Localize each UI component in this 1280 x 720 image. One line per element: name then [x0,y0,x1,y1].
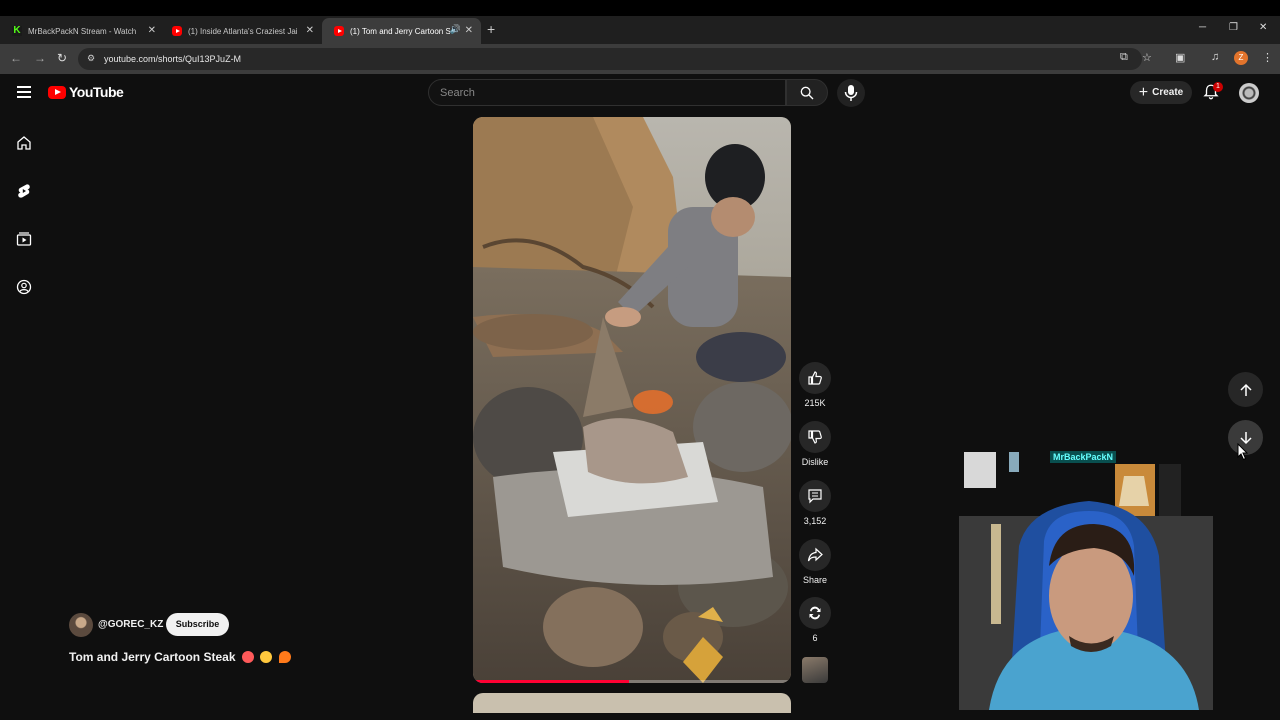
voice-search-button[interactable] [837,79,865,107]
close-tab-icon[interactable]: ✕ [465,25,473,36]
remix-icon [809,606,821,620]
next-short-preview[interactable] [473,693,791,713]
share-action: Share [799,539,831,585]
kick-icon: K [12,25,22,36]
reload-icon[interactable]: ↻ [57,51,67,65]
microphone-icon [844,85,858,101]
url-text: youtube.com/shorts/QuI13PJuZ-M [104,54,242,64]
you-account-icon[interactable] [16,279,32,295]
shorts-icon[interactable] [16,183,32,199]
thumbs-up-icon [808,371,822,385]
tab-title: MrBackPackN Stream - Watch L [28,26,138,36]
browser-toolbar: ← → ↻ ⚙ youtube.com/shorts/QuI13PJuZ-M ⧉… [0,44,1280,74]
bookmark-star-icon[interactable]: ☆ [1142,51,1152,64]
share-icon [807,547,823,562]
search-input[interactable] [429,80,769,105]
webcam-feed [959,446,1213,710]
menu-icon[interactable] [17,86,31,98]
back-icon[interactable]: ← [10,51,22,65]
channel-avatar[interactable] [69,613,93,637]
address-bar[interactable]: ⚙ youtube.com/shorts/QuI13PJuZ-M [78,48,1142,70]
youtube-logo-text: YouTube [69,84,124,100]
home-icon[interactable] [16,135,32,151]
comments-button[interactable] [799,480,831,512]
fire-emoji-icon [278,651,291,663]
comments-action: 3,152 [799,480,831,526]
previous-short-button[interactable] [1228,372,1263,407]
share-button[interactable] [799,539,831,571]
media-controls-icon[interactable]: ♫ [1211,51,1219,63]
subscribe-button[interactable]: Subscribe [166,613,229,636]
browser-tab-3[interactable]: (1) Tom and Jerry Cartoon S 🔊 ✕ [322,18,481,44]
remix-action: 6 [799,597,831,643]
remix-button[interactable] [799,597,831,629]
close-tab-icon[interactable]: ✕ [148,25,156,36]
forward-icon[interactable]: → [34,51,46,65]
create-label: Create [1152,87,1184,98]
like-count: 215K [804,398,826,408]
tab-title: (1) Tom and Jerry Cartoon S [350,26,450,36]
top-strip [0,0,1280,16]
youtube-logo[interactable]: YouTube [48,84,124,100]
comment-icon [808,489,822,504]
video-title-text: Tom and Jerry Cartoon Steak [69,650,236,664]
search-icon [800,86,814,100]
extensions-icon[interactable]: ▣ [1175,51,1185,64]
youtube-icon [334,26,344,36]
dislike-button[interactable] [799,421,831,453]
remix-count: 6 [812,633,818,643]
heart-eyes-emoji-icon [241,651,254,663]
comment-count: 3,152 [803,516,827,526]
audio-source-thumbnail[interactable] [802,657,828,683]
new-tab-button[interactable]: + [487,21,495,37]
dislike-label: Dislike [801,457,829,467]
plus-icon: + [1138,83,1149,101]
video-title: Tom and Jerry Cartoon Steak [69,650,291,664]
arrow-up-icon [1239,383,1252,396]
minimize-icon[interactable]: ─ [1199,22,1206,33]
close-tab-icon[interactable]: ✕ [306,25,314,36]
install-app-icon[interactable]: ⧉ [1120,51,1128,64]
subscriptions-icon[interactable] [16,231,32,247]
close-window-icon[interactable]: ✕ [1259,22,1267,33]
tab-title: (1) Inside Atlanta's Craziest Jail [188,26,298,36]
youtube-icon [172,26,182,36]
like-button[interactable] [799,362,831,394]
create-button[interactable]: + Create [1130,81,1192,104]
browser-tab-bar: K MrBackPackN Stream - Watch L ✕ (1) Ins… [0,16,1280,44]
thumbs-down-icon [808,430,822,444]
drooling-face-emoji-icon [260,651,273,663]
restore-icon[interactable]: ❐ [1229,22,1238,33]
streamer-webcam-overlay [959,446,1213,710]
shorts-video-player[interactable] [473,117,791,683]
dislike-action: Dislike [799,421,831,467]
video-frame [473,117,791,683]
youtube-header: YouTube + Create 1 [0,74,1280,112]
browser-tab-1[interactable]: K MrBackPackN Stream - Watch L ✕ [0,18,164,44]
notification-badge: 1 [1213,82,1223,92]
share-label: Share [802,575,828,585]
search-box [428,79,786,106]
stream-overlay-label: MrBackPackN [1050,451,1117,463]
speaker-icon[interactable]: 🔊 [450,24,461,35]
account-avatar[interactable] [1239,83,1259,103]
browser-menu-icon[interactable]: ⋮ [1262,51,1273,64]
site-info-icon[interactable]: ⚙ [87,53,98,64]
browser-profile-avatar[interactable]: Z [1234,51,1248,65]
youtube-play-icon [48,85,66,99]
like-action: 215K [799,362,831,408]
progress-bar [473,680,629,683]
channel-name[interactable]: @GOREC_KZ [98,619,163,630]
search-button[interactable] [786,79,828,106]
mouse-cursor-icon [1237,443,1249,461]
browser-tab-2[interactable]: (1) Inside Atlanta's Craziest Jail ✕ [160,18,322,44]
